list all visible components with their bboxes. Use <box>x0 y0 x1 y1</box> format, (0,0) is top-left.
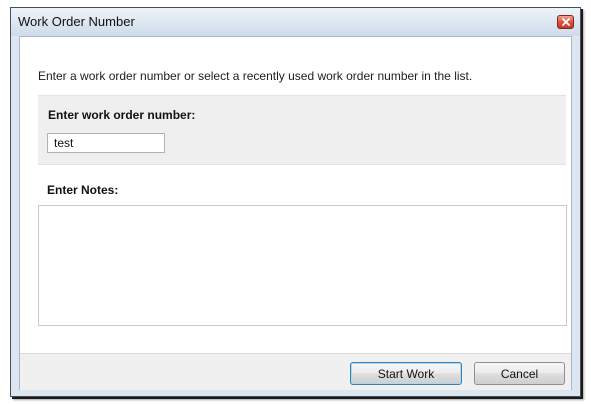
close-button[interactable] <box>557 15 574 29</box>
cancel-button[interactable]: Cancel <box>474 362 565 385</box>
window-title: Work Order Number <box>18 14 135 29</box>
title-bar[interactable]: Work Order Number <box>11 8 580 36</box>
button-bar: Start Work Cancel <box>20 353 571 390</box>
notes-label: Enter Notes: <box>47 183 119 197</box>
instruction-text: Enter a work order number or select a re… <box>38 69 473 83</box>
work-order-input[interactable]: test <box>47 133 165 153</box>
dialog-window: Work Order Number Enter a work order num… <box>10 7 581 397</box>
notes-textarea[interactable] <box>38 205 567 326</box>
start-work-button[interactable]: Start Work <box>350 362 462 385</box>
close-icon <box>561 18 570 26</box>
work-order-panel: Enter work order number: test <box>38 95 566 165</box>
dialog-body: Enter a work order number or select a re… <box>19 36 572 390</box>
work-order-label: Enter work order number: <box>48 108 196 122</box>
